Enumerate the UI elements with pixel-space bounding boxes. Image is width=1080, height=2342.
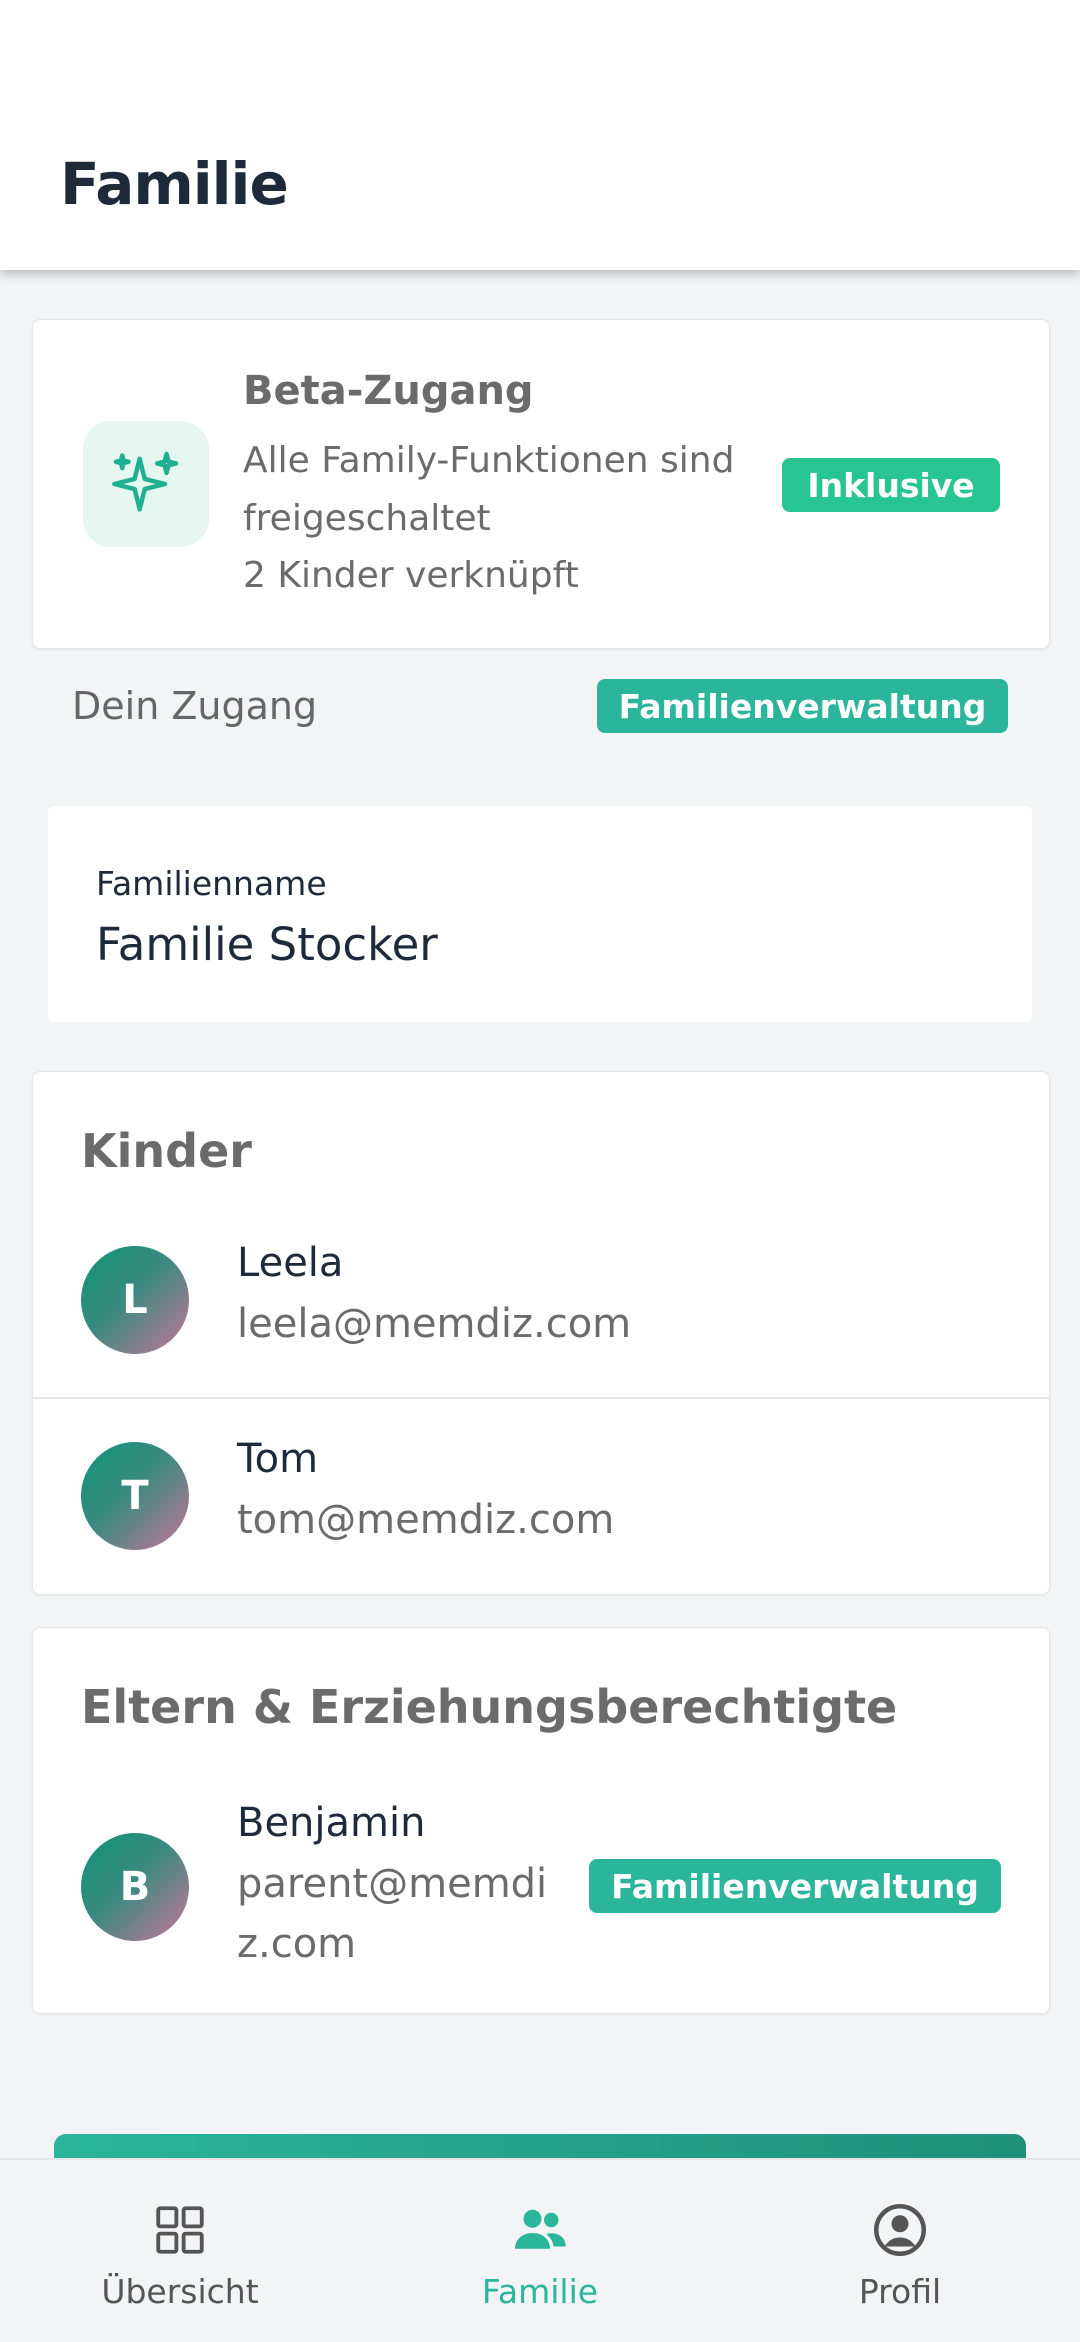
- child-name: Tom: [237, 1436, 319, 1482]
- grid-icon: [150, 2200, 210, 2260]
- parent-role-badge: Familienverwaltung: [589, 1859, 1001, 1913]
- user-circle-icon: [870, 2200, 930, 2260]
- parent-email: parent@memdiz.com: [237, 1861, 548, 1967]
- nav-label: Übersicht: [101, 2272, 259, 2311]
- nav-label: Profil: [858, 2272, 942, 2311]
- kids-section-title: Kinder: [81, 1124, 252, 1178]
- nav-item-profil[interactable]: Profil: [720, 2160, 1080, 2342]
- app-header: Familie: [0, 0, 1080, 270]
- family-name-label: Familienname: [96, 864, 327, 903]
- bottom-navigation: Übersicht Familie Profil: [0, 2158, 1080, 2342]
- page-title: Familie: [60, 150, 289, 218]
- sparkles-icon: [83, 421, 209, 547]
- beta-access-card: Beta-Zugang Alle Family-Funktionen sind …: [32, 319, 1050, 649]
- avatar: T: [81, 1442, 189, 1550]
- beta-title: Beta-Zugang: [243, 368, 534, 414]
- child-name: Leela: [237, 1240, 344, 1286]
- avatar: L: [81, 1246, 189, 1354]
- row-divider: [33, 1397, 1049, 1399]
- nav-label: Familie: [481, 2272, 599, 2311]
- nav-item-familie[interactable]: Familie: [360, 2160, 720, 2342]
- users-icon: [510, 2200, 570, 2260]
- access-label: Dein Zugang: [72, 684, 318, 728]
- avatar: B: [81, 1833, 189, 1941]
- child-email: leela@memdiz.com: [237, 1301, 632, 1347]
- parent-name: Benjamin: [237, 1800, 426, 1846]
- child-email: tom@memdiz.com: [237, 1497, 615, 1543]
- family-name-field[interactable]: Familienname Familie Stocker: [48, 806, 1032, 1022]
- kids-card: Kinder L Leela leela@memdiz.com T Tom to…: [32, 1071, 1050, 1595]
- inklusive-badge: Inklusive: [782, 458, 1000, 512]
- parents-card: Eltern & Erziehungsberechtigte B Benjami…: [32, 1627, 1050, 2014]
- beta-description: Alle Family-Funktionen sind freigeschalt…: [243, 440, 735, 539]
- nav-item-uebersicht[interactable]: Übersicht: [0, 2160, 360, 2342]
- children-count: 2 Kinder verknüpft: [243, 555, 579, 596]
- family-name-value: Familie Stocker: [96, 918, 438, 971]
- parents-section-title: Eltern & Erziehungsberechtigte: [81, 1680, 898, 1734]
- access-role-badge: Familienverwaltung: [597, 679, 1008, 733]
